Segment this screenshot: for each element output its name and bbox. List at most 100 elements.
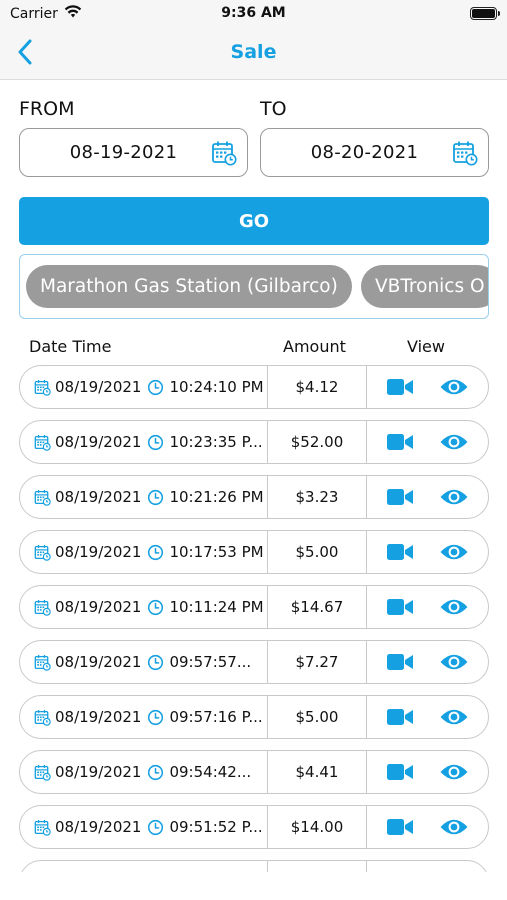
video-camera-icon[interactable] [386, 487, 414, 507]
sale-row[interactable]: 08/19/2021 09:57:16 P... $5.00 [19, 695, 489, 739]
video-camera-icon[interactable] [386, 762, 414, 782]
sale-row[interactable]: 08/19/2021 10:24:10 PM $4.12 [19, 365, 489, 409]
page-title: Sale [230, 41, 277, 63]
navigation-bar: Sale [0, 30, 507, 80]
sale-amount: $5.00 [268, 696, 367, 738]
video-camera-icon[interactable] [386, 652, 414, 672]
column-header-view: View [407, 337, 445, 356]
clock-icon [145, 599, 165, 616]
video-camera-icon[interactable] [386, 817, 414, 837]
calendar-icon [32, 819, 52, 836]
video-camera-icon[interactable] [386, 542, 414, 562]
eye-icon[interactable] [439, 707, 469, 727]
calendar-icon [32, 489, 52, 506]
view-actions [367, 531, 488, 573]
clock-icon [145, 819, 165, 836]
clock-icon [145, 654, 165, 671]
eye-icon[interactable] [439, 597, 469, 617]
datetime-cell: 08/19/2021 10:21:26 PM [20, 476, 268, 518]
clock-icon [145, 379, 165, 396]
sale-amount: $3.23 [268, 476, 367, 518]
sale-row[interactable]: 08/19/2021 10:21:26 PM $3.23 [19, 475, 489, 519]
eye-icon[interactable] [439, 762, 469, 782]
clock-icon [145, 764, 165, 781]
eye-icon[interactable] [439, 377, 469, 397]
sale-row[interactable]: 08/19/2021 10:11:24 PM $14.67 [19, 585, 489, 629]
sale-time: 10:17:53 PM [169, 543, 264, 561]
video-camera-icon[interactable] [386, 432, 414, 452]
sale-amount: $5.00 [268, 531, 367, 573]
sale-date: 08/19/2021 [55, 818, 142, 836]
battery-icon [470, 7, 500, 20]
column-header-datetime: Date Time [29, 337, 112, 356]
sale-time: 09:57:57... [169, 653, 252, 671]
eye-icon[interactable] [439, 487, 469, 507]
sale-time: 09:51:52 P... [169, 818, 263, 836]
sale-row[interactable]: 08/19/2021 09:51:52 P... $14.00 [19, 805, 489, 849]
datetime-cell: 08/19/2021 10:24:10 PM [20, 366, 268, 408]
sale-amount: $7.27 [268, 641, 367, 683]
calendar-icon [32, 764, 52, 781]
clock-icon [145, 709, 165, 726]
sale-amount: $52.00 [268, 421, 367, 463]
status-bar: Carrier 9:36 AM [0, 0, 507, 30]
calendar-icon[interactable] [207, 140, 241, 166]
view-actions [367, 586, 488, 628]
video-camera-icon[interactable] [386, 597, 414, 617]
sale-date: 08/19/2021 [55, 543, 142, 561]
sale-row[interactable]: 08/19/2021 10:23:35 P... $52.00 [19, 420, 489, 464]
calendar-icon[interactable] [448, 140, 482, 166]
view-actions [367, 641, 488, 683]
sale-row[interactable]: 08/19/2021 10:17:53 PM $5.00 [19, 530, 489, 574]
sale-date: 08/19/2021 [55, 763, 142, 781]
sale-amount: $14.67 [268, 586, 367, 628]
clock-icon [145, 434, 165, 451]
eye-icon[interactable] [439, 817, 469, 837]
sale-time: 10:24:10 PM [169, 378, 264, 396]
sale-row[interactable]: 08/19/2021 09:54:42... $4.41 [19, 750, 489, 794]
from-label: FROM [19, 98, 75, 120]
to-date-field[interactable]: 08-20-2021 [260, 128, 489, 177]
clock-icon [145, 489, 165, 506]
station-chip-list[interactable]: Marathon Gas Station (Gilbarco) VBTronic… [19, 254, 489, 319]
view-actions [367, 806, 488, 848]
go-button[interactable]: GO [19, 197, 489, 245]
eye-icon[interactable] [439, 432, 469, 452]
from-date-field[interactable]: 08-19-2021 [19, 128, 248, 177]
to-label: TO [260, 98, 287, 120]
view-actions [367, 696, 488, 738]
sale-amount: $4.41 [268, 751, 367, 793]
calendar-icon [32, 544, 52, 561]
calendar-icon [32, 434, 52, 451]
calendar-icon [32, 654, 52, 671]
datetime-cell: 08/19/2021 09:57:16 P... [20, 696, 268, 738]
video-camera-icon[interactable] [386, 707, 414, 727]
sale-date: 08/19/2021 [55, 433, 142, 451]
datetime-cell: 08/19/2021 09:54:42... [20, 751, 268, 793]
list-bottom-edge [0, 872, 507, 900]
datetime-cell: 08/19/2021 09:51:52 P... [20, 806, 268, 848]
view-actions [367, 366, 488, 408]
from-date-value: 08-19-2021 [69, 142, 178, 163]
datetime-cell: 08/19/2021 10:17:53 PM [20, 531, 268, 573]
sale-time: 10:21:26 PM [169, 488, 264, 506]
eye-icon[interactable] [439, 652, 469, 672]
column-header-amount: Amount [283, 337, 346, 356]
station-chip[interactable]: Marathon Gas Station (Gilbarco) [26, 265, 352, 308]
sale-date: 08/19/2021 [55, 488, 142, 506]
datetime-cell: 08/19/2021 10:11:24 PM [20, 586, 268, 628]
eye-icon[interactable] [439, 542, 469, 562]
video-camera-icon[interactable] [386, 377, 414, 397]
view-actions [367, 751, 488, 793]
sale-time: 09:54:42... [169, 763, 252, 781]
sale-row[interactable]: 08/19/2021 09:57:57... $7.27 [19, 640, 489, 684]
sale-date: 08/19/2021 [55, 708, 142, 726]
status-time: 9:36 AM [221, 5, 286, 21]
datetime-cell: 08/19/2021 10:23:35 P... [20, 421, 268, 463]
view-actions [367, 421, 488, 463]
view-actions [367, 476, 488, 518]
sale-amount: $14.00 [268, 806, 367, 848]
calendar-icon [32, 709, 52, 726]
calendar-icon [32, 599, 52, 616]
station-chip[interactable]: VBTronics O [361, 265, 488, 308]
